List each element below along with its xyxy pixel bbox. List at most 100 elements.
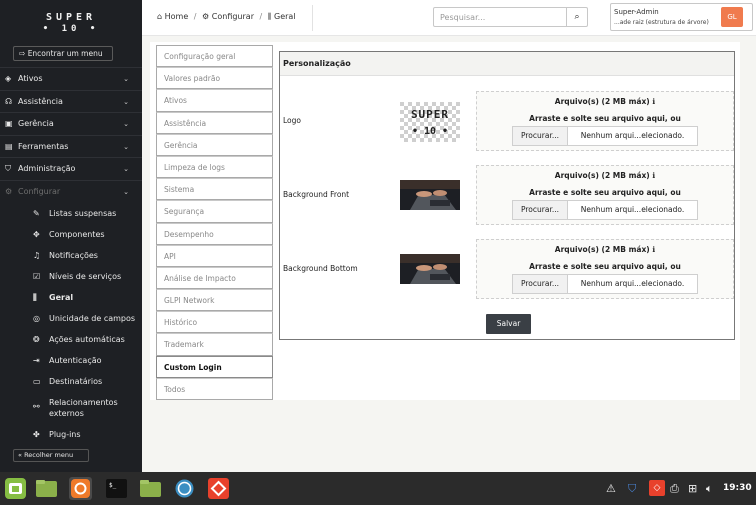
info-icon[interactable]: ℹ xyxy=(652,171,655,180)
info-icon[interactable]: ℹ xyxy=(652,97,655,106)
app-window: SUPER • 10 • ⇨ Encontrar um menu ◈ Ativos… xyxy=(0,0,756,505)
user-menu[interactable]: Super-Admin ...ade raiz (estrutura de ár… xyxy=(610,3,753,31)
svg-text:$_: $_ xyxy=(109,482,117,489)
inbox-icon: ▭ xyxy=(33,377,41,386)
tab-seguranca[interactable]: Segurança xyxy=(156,200,273,223)
browse-button[interactable]: Procurar... xyxy=(513,127,568,145)
submenu-label: Geral xyxy=(49,293,74,302)
submenu-item-relacionamentos[interactable]: ⚯ Relacionamentos externos xyxy=(0,392,142,424)
mint-menu-icon[interactable] xyxy=(4,477,27,500)
briefcase-icon: ▤ xyxy=(5,141,13,151)
submenu-item-acoes[interactable]: ❂ Ações automáticas xyxy=(0,329,142,350)
breadcrumb-geral[interactable]: Geral xyxy=(274,12,296,21)
tab-gerencia[interactable]: Gerência xyxy=(156,133,273,156)
logo-line-1: SUPER xyxy=(45,12,97,23)
browse-button[interactable]: Procurar... xyxy=(513,201,568,219)
tab-custom-login[interactable]: Custom Login xyxy=(156,355,273,378)
logo-dropzone[interactable]: Arquivo(s) (2 MB máx) ℹ Arraste e solte … xyxy=(476,91,734,151)
background-front-dropzone[interactable]: Arquivo(s) (2 MB máx) ℹ Arraste e solte … xyxy=(476,165,734,225)
breadcrumb-home[interactable]: Home xyxy=(165,12,189,21)
menu-item-configurar[interactable]: ⚙ Configurar ⌄ xyxy=(0,179,142,203)
warning-icon[interactable]: ⚠ xyxy=(606,482,616,495)
background-bottom-preview xyxy=(400,254,460,284)
bell-icon: ♫ xyxy=(33,251,41,260)
search-button[interactable]: ⌕ xyxy=(566,8,587,26)
collapse-menu-label: Recolher menu xyxy=(24,451,74,459)
submenu-label: Unicidade de campos xyxy=(49,314,136,323)
tab-glpi-network[interactable]: GLPI Network xyxy=(156,289,273,312)
tab-sistema[interactable]: Sistema xyxy=(156,178,273,201)
tab-todos[interactable]: Todos xyxy=(156,377,273,400)
taskbar: $_ ⚠ ⛉ ◇ ⎙ ⊞ 🔈︎ 19:30 xyxy=(0,472,756,505)
chevrons-left-icon: « xyxy=(18,451,22,459)
tab-desempenho[interactable]: Desempenho xyxy=(156,222,273,245)
submenu-item-niveis[interactable]: ☑ Níveis de serviços xyxy=(0,266,142,287)
puzzle-icon: ✤ xyxy=(33,430,40,439)
logo-preview: SUPER • 10 • xyxy=(400,102,460,142)
max-size-label: Arquivo(s) (2 MB máx) xyxy=(554,245,650,254)
wallet-icon: ▣ xyxy=(5,119,13,128)
drop-hint: Arraste e solte seu arquivo aqui, ou xyxy=(529,114,681,123)
configurar-submenu: ✎ Listas suspensas ✥ Componentes ♫ Notifica… xyxy=(0,203,142,445)
anydesk-tray-icon[interactable]: ◇ xyxy=(649,480,665,496)
network-tray-icon[interactable]: ⊞ xyxy=(688,482,697,495)
background-bottom-dropzone[interactable]: Arquivo(s) (2 MB máx) ℹ Arraste e solte … xyxy=(476,239,734,299)
menu-item-assistencia[interactable]: ☊ Assistência ⌄ xyxy=(0,89,142,113)
tab-api[interactable]: API xyxy=(156,244,273,267)
menu-item-gerencia[interactable]: ▣ Gerência ⌄ xyxy=(0,112,142,135)
search-input[interactable] xyxy=(434,8,566,26)
submenu-item-plugins[interactable]: ✤ Plug-ins xyxy=(0,424,142,445)
volume-icon[interactable]: 🔈︎ xyxy=(706,482,713,496)
network-icon[interactable] xyxy=(173,477,196,500)
tab-trademark[interactable]: Trademark xyxy=(156,333,273,356)
login-icon: ⇥ xyxy=(33,356,40,365)
top-bar: ⌂ Home / ⚙ Configurar / ⫼ Geral ⌕ Super-… xyxy=(142,0,756,36)
collapse-menu-button[interactable]: « Recolher menu xyxy=(13,449,89,462)
submenu-item-listas[interactable]: ✎ Listas suspensas xyxy=(0,203,142,224)
menu-item-label: Ativos xyxy=(18,74,43,83)
file-input[interactable]: Procurar... Nenhum arqui...elecionado. xyxy=(512,200,698,220)
tab-historico[interactable]: Histórico xyxy=(156,311,273,334)
folder-icon[interactable] xyxy=(139,477,162,500)
menu-item-ferramentas[interactable]: ▤ Ferramentas ⌄ xyxy=(0,134,142,158)
tab-limpeza-logs[interactable]: Limpeza de logs xyxy=(156,155,273,179)
save-button[interactable]: Salvar xyxy=(486,314,531,334)
cube-icon: ◈ xyxy=(5,74,12,83)
tab-configuracao-geral[interactable]: Configuração geral xyxy=(156,45,273,68)
chevron-down-icon: ⌄ xyxy=(123,97,129,106)
info-icon[interactable]: ℹ xyxy=(652,245,655,254)
menu-item-administracao[interactable]: ⛉ Administração ⌄ xyxy=(0,157,142,180)
breadcrumb-separator: / xyxy=(259,12,263,21)
menu-item-label: Assistência xyxy=(18,96,63,106)
drop-hint: Arraste e solte seu arquivo aqui, ou xyxy=(529,262,681,271)
tab-valores-padrao[interactable]: Valores padrão xyxy=(156,67,273,90)
tab-assistencia[interactable]: Assistência xyxy=(156,111,273,134)
submenu-item-unicidade[interactable]: ◎ Unicidade de campos xyxy=(0,308,142,329)
link-icon: ⚯ xyxy=(33,402,40,411)
file-input[interactable]: Procurar... Nenhum arqui...elecionado. xyxy=(512,126,698,146)
ubuntu-icon[interactable] xyxy=(69,477,92,500)
home-icon: ⌂ xyxy=(157,12,163,21)
submenu-item-notificacoes[interactable]: ♫ Notificações xyxy=(0,245,142,266)
printer-icon[interactable]: ⎙ xyxy=(670,482,679,496)
submenu-item-componentes[interactable]: ✥ Componentes xyxy=(0,224,142,245)
menu-item-ativos[interactable]: ◈ Ativos ⌄ xyxy=(0,67,142,90)
clock[interactable]: 19:30 xyxy=(723,483,752,493)
files-icon[interactable] xyxy=(35,477,58,500)
config-card: Configuração geral Valores padrão Ativos… xyxy=(150,42,740,400)
tab-analise-impacto[interactable]: Análise de Impacto xyxy=(156,266,273,290)
file-input[interactable]: Procurar... Nenhum arqui...elecionado. xyxy=(512,274,698,294)
breadcrumb-configurar[interactable]: Configurar xyxy=(212,12,254,21)
terminal-icon[interactable]: $_ xyxy=(105,477,128,500)
chevron-down-icon: ⌄ xyxy=(123,75,129,83)
anydesk-icon[interactable] xyxy=(207,477,230,500)
menu-item-label: Ferramentas xyxy=(18,141,69,151)
submenu-item-geral[interactable]: ⫼ Geral xyxy=(0,287,142,308)
tab-ativos[interactable]: Ativos xyxy=(156,89,273,112)
shield-icon[interactable]: ⛉ xyxy=(628,482,636,496)
find-menu-button[interactable]: ⇨ Encontrar um menu xyxy=(13,46,113,61)
app-logo[interactable]: SUPER • 10 • xyxy=(0,12,142,34)
browse-button[interactable]: Procurar... xyxy=(513,275,568,293)
submenu-item-autenticacao[interactable]: ⇥ Autenticação xyxy=(0,350,142,371)
submenu-item-destinatarios[interactable]: ▭ Destinatários xyxy=(0,371,142,392)
